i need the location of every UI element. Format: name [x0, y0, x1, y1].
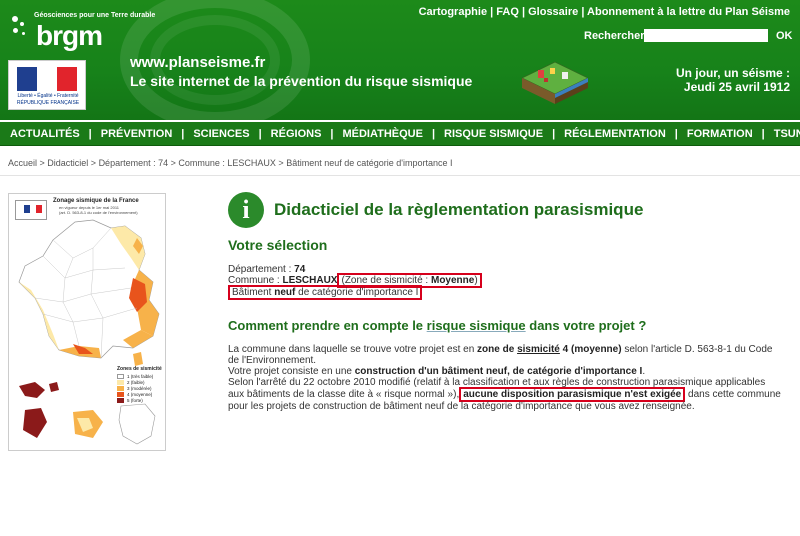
search-label: Rechercher: [584, 30, 645, 42]
breadcrumb-didacticiel[interactable]: Didacticiel: [47, 158, 88, 168]
link-faq[interactable]: FAQ: [496, 6, 519, 18]
nav-mediatheque[interactable]: MÉDIATHÈQUE: [342, 128, 422, 140]
french-flag-icon: [15, 200, 47, 220]
breadcrumb: Accueil > Didacticiel > Département : 74…: [8, 158, 453, 168]
link-abonnement[interactable]: Abonnement à la lettre du Plan Séisme: [587, 6, 790, 18]
search-input[interactable]: [644, 29, 768, 42]
nav-actualites[interactable]: ACTUALITÉS: [10, 128, 80, 140]
link-sismicite[interactable]: sismicité: [517, 344, 560, 355]
brgm-logo[interactable]: brgm: [36, 20, 103, 52]
top-links: Cartographie | FAQ | Glossaire | Abonnem…: [418, 6, 790, 18]
nav-sciences[interactable]: SCIENCES: [193, 128, 249, 140]
breadcrumb-batiment: Bâtiment neuf de catégorie d'importance …: [286, 158, 453, 168]
link-glossaire[interactable]: Glossaire: [528, 6, 578, 18]
site-header: Géosciences pour une Terre durable brgm …: [0, 0, 800, 120]
batiment-highlight: Bâtiment neuf de catégorie d'importance …: [228, 285, 423, 300]
paragraph-line: pour les projets de construction de bâti…: [228, 401, 695, 412]
guyane-map-icon: [118, 403, 156, 445]
map-subtitle: en vigueur depuis le 1er mai 2011 (art. …: [59, 205, 138, 215]
date-line-2[interactable]: Jeudi 25 avril 1912: [684, 80, 790, 94]
nav-tsunamis[interactable]: TSUNAMIS: [774, 128, 800, 140]
france-map-icon: [18, 219, 160, 366]
requirement-highlight: aucune disposition parasismique n'est ex…: [459, 387, 686, 402]
overseas-territories-icon: [19, 382, 103, 438]
batiment-line: Bâtiment neuf de catégorie d'importance …: [228, 285, 423, 300]
breadcrumb-divider: [0, 175, 800, 176]
main-nav: ACTUALITÉS | PRÉVENTION | SCIENCES | RÉG…: [0, 122, 800, 146]
breadcrumb-accueil[interactable]: Accueil: [8, 158, 37, 168]
nav-risque-sismique[interactable]: RISQUE SISMIQUE: [444, 128, 543, 140]
nav-formation[interactable]: FORMATION: [687, 128, 753, 140]
legend-row: 3 (modérée): [117, 386, 152, 391]
site-url[interactable]: www.planseisme.fr: [130, 54, 265, 71]
search-ok-button[interactable]: OK: [776, 30, 793, 42]
rf-motto: Liberté • Égalité • Fraternité: [17, 93, 79, 99]
question-heading: Comment prendre en compte le risque sism…: [228, 318, 647, 333]
link-risque-sismique[interactable]: risque sismique: [427, 318, 526, 333]
isometric-city-icon: [521, 61, 589, 104]
breadcrumb-departement[interactable]: Département : 74: [99, 158, 169, 168]
paragraph-line: La commune dans laquelle se trouve votre…: [228, 344, 773, 355]
link-cartographie[interactable]: Cartographie: [419, 6, 487, 18]
map-title: Zonage sismique de la France: [53, 198, 139, 204]
nav-reglementation[interactable]: RÉGLEMENTATION: [564, 128, 666, 140]
paragraph-line: aux bâtiments de la classe dite à « risq…: [228, 387, 781, 402]
legend-row: 5 (forte): [117, 398, 143, 403]
breadcrumb-commune[interactable]: Commune : LESCHAUX: [178, 158, 276, 168]
nav-prevention[interactable]: PRÉVENTION: [101, 128, 173, 140]
brgm-tagline: Géosciences pour une Terre durable: [34, 12, 156, 19]
rf-name: RÉPUBLIQUE FRANÇAISE: [16, 100, 80, 106]
date-line-1: Un jour, un séisme :: [675, 66, 790, 80]
republique-francaise-logo[interactable]: Liberté • Égalité • Fraternité RÉPUBLIQU…: [8, 60, 86, 110]
legend-row: 1 (très faible): [117, 374, 153, 379]
brgm-mark-icon: [10, 14, 30, 44]
nav-regions[interactable]: RÉGIONS: [271, 128, 322, 140]
legend-row: 4 (moyenne): [117, 392, 152, 397]
site-subtitle: Le site internet de la prévention du ris…: [130, 73, 473, 89]
paragraph-line: Votre projet consiste en une constructio…: [228, 366, 646, 377]
paragraph-line: de l'Environnement.: [228, 355, 317, 366]
legend-row: 2 (faible): [117, 380, 145, 385]
seismic-zoning-map[interactable]: Zonage sismique de la France en vigueur …: [8, 193, 166, 451]
info-icon: i: [228, 192, 264, 228]
legend-title: Zones de sismicité: [117, 366, 162, 372]
french-flag-icon: [17, 67, 77, 91]
page-title: Didacticiel de la règlementation parasis…: [274, 200, 644, 219]
selection-heading: Votre sélection: [228, 237, 328, 253]
departement-line: Département : 74: [228, 264, 306, 275]
